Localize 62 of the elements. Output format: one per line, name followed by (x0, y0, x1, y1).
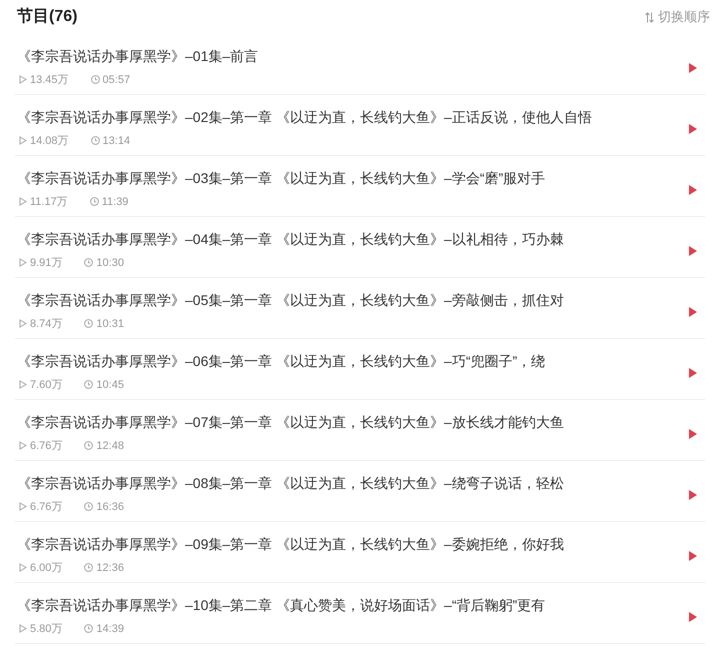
episode-title[interactable]: 《李宗吾说话办事厚黑学》–08集–第一章 《以迂为直，长线钓大鱼》–绕弯子说话，轻松 (17, 472, 564, 492)
episode-title[interactable]: 《李宗吾说话办事厚黑学》–07集–第一章 《以迂为直，长线钓大鱼》–放长线才能钓大鱼 (17, 412, 564, 432)
play-count-icon (19, 75, 27, 84)
duration: 13:14 (102, 134, 130, 148)
clock-icon (90, 75, 100, 84)
play-icon (689, 246, 697, 256)
clock-icon (90, 136, 100, 145)
play-count: 9.91万 (30, 256, 62, 270)
play-icon (689, 124, 697, 134)
play-count-icon (19, 380, 27, 389)
play-icon (689, 429, 697, 439)
episode-title[interactable]: 《李宗吾说话办事厚黑学》–05集–第一章 《以迂为直，长线钓大鱼》–旁敲侧击，抓住对 (17, 290, 564, 310)
play-count: 7.60万 (30, 378, 62, 392)
episode-title[interactable]: 《李宗吾说话办事厚黑学》–01集–前言 (17, 46, 258, 66)
play-count-icon (19, 624, 27, 633)
play-icon (689, 185, 697, 195)
duration: 10:31 (96, 316, 124, 330)
duration: 10:30 (96, 256, 124, 270)
play-icon (689, 612, 697, 622)
clock-icon (84, 380, 94, 389)
play-count-icon (19, 258, 27, 267)
episode-title[interactable]: 《李宗吾说话办事厚黑学》–03集–第一章 《以迂为直，长线钓大鱼》–学会“磨”服对手 (17, 168, 546, 188)
play-count: 11.17万 (30, 194, 68, 208)
play-icon (689, 490, 697, 500)
duration: 05:57 (102, 72, 130, 86)
play-count: 6.00万 (30, 560, 62, 574)
play-icon (689, 551, 697, 561)
play-count: 13.45万 (30, 72, 69, 86)
episode-title[interactable]: 《李宗吾说话办事厚黑学》–10集–第二章 《真心赞美，说好场面话》–“背后鞠躬”更有 (17, 594, 546, 614)
play-count-icon (19, 136, 27, 145)
play-count-icon (19, 197, 27, 206)
clock-icon (84, 624, 94, 633)
clock-icon (84, 563, 94, 572)
play-count: 6.76万 (30, 500, 62, 514)
episode-title[interactable]: 《李宗吾说话办事厚黑学》–09集–第一章 《以迂为直，长线钓大鱼》–委婉拒绝，你好我 (17, 534, 564, 554)
play-count-icon (19, 502, 27, 511)
clock-icon (84, 441, 94, 450)
duration: 11:39 (102, 194, 128, 208)
duration: 12:36 (96, 560, 124, 574)
duration: 14:39 (96, 622, 124, 636)
play-count: 8.74万 (30, 316, 62, 330)
play-count: 5.80万 (30, 622, 62, 636)
clock-icon (90, 197, 99, 206)
play-count-icon (19, 563, 27, 572)
play-count-icon (19, 319, 27, 328)
play-count: 6.76万 (30, 438, 62, 452)
list-title: 节目(76) (17, 7, 78, 27)
play-count: 14.08万 (30, 134, 69, 148)
play-count-icon (19, 441, 27, 450)
episode-title[interactable]: 《李宗吾说话办事厚黑学》–04集–第一章 《以迂为直，长线钓大鱼》–以礼相待，巧办棘 (17, 228, 564, 248)
episode-title[interactable]: 《李宗吾说话办事厚黑学》–06集–第一章 《以迂为直，长线钓大鱼》–巧“兜圈子”，绕 (17, 350, 546, 370)
play-icon (689, 63, 697, 73)
clock-icon (84, 502, 94, 511)
clock-icon (84, 319, 94, 328)
duration: 10:45 (96, 378, 124, 392)
duration: 12:48 (96, 438, 124, 452)
play-icon (689, 307, 697, 317)
duration: 16:36 (96, 500, 124, 514)
sort-icon (645, 12, 654, 22)
clock-icon (84, 258, 94, 267)
play-icon (689, 368, 697, 378)
episode-title[interactable]: 《李宗吾说话办事厚黑学》–02集–第一章 《以迂为直，长线钓大鱼》–正话反说，使他人自悟 (17, 106, 592, 126)
